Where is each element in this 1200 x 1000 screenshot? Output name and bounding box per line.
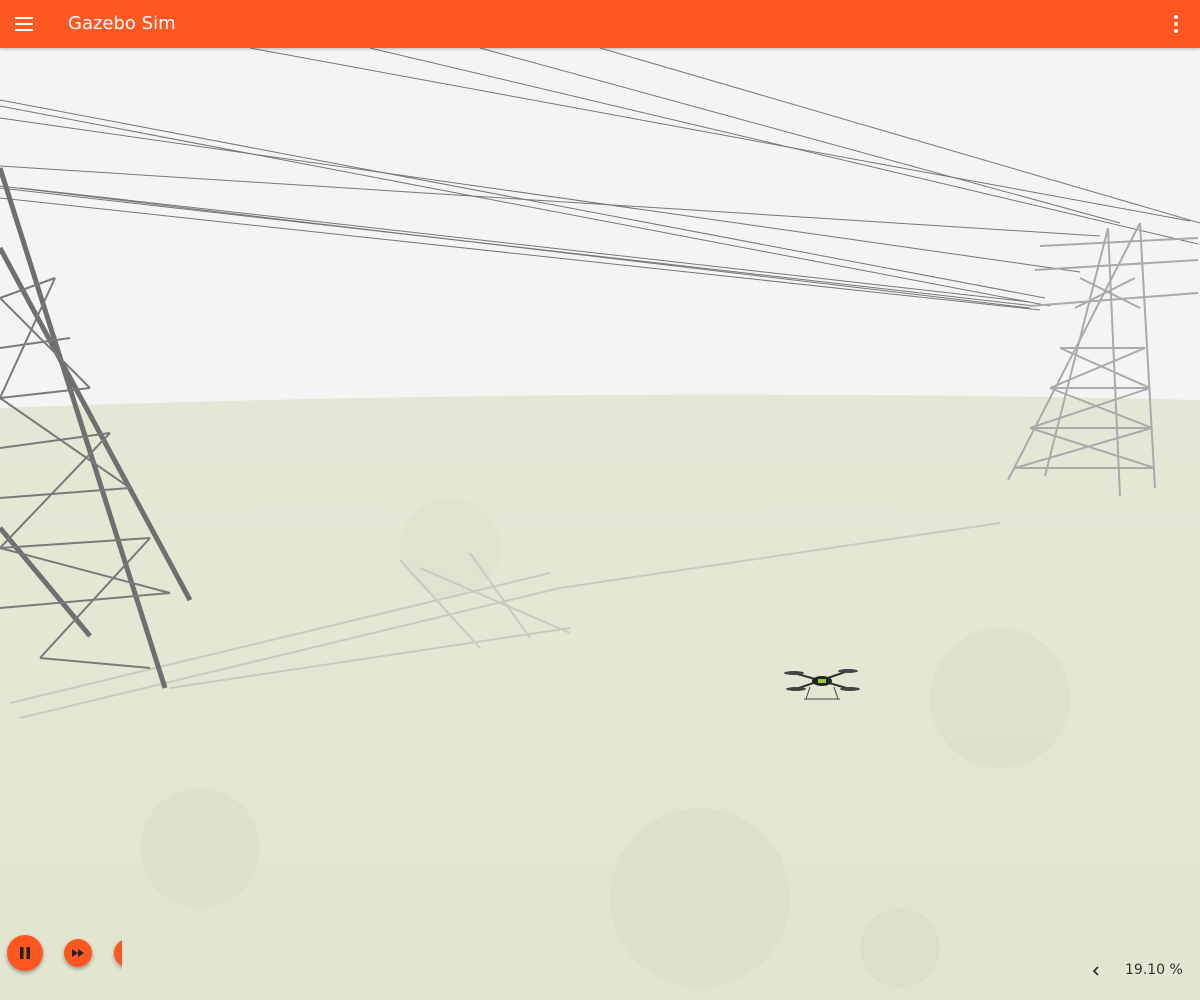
gazebo-app: Gazebo Sim 19.10 %: [0, 0, 1200, 1000]
real-time-factor: 19.10 %: [1125, 962, 1183, 978]
scene-3d-viewport[interactable]: [0, 48, 1200, 1000]
fast-forward-icon[interactable]: [64, 939, 92, 967]
pause-icon[interactable]: [7, 935, 43, 971]
top-app-bar: Gazebo Sim: [0, 0, 1200, 48]
app-title: Gazebo Sim: [68, 13, 176, 34]
world-stats: 19.10 %: [1080, 960, 1190, 982]
simulation-controls: [0, 930, 122, 980]
hamburger-menu-icon[interactable]: [12, 12, 36, 36]
chevron-left-icon[interactable]: [1088, 961, 1104, 981]
multi-step-button[interactable]: [114, 939, 122, 967]
more-vert-icon[interactable]: [1164, 12, 1188, 36]
